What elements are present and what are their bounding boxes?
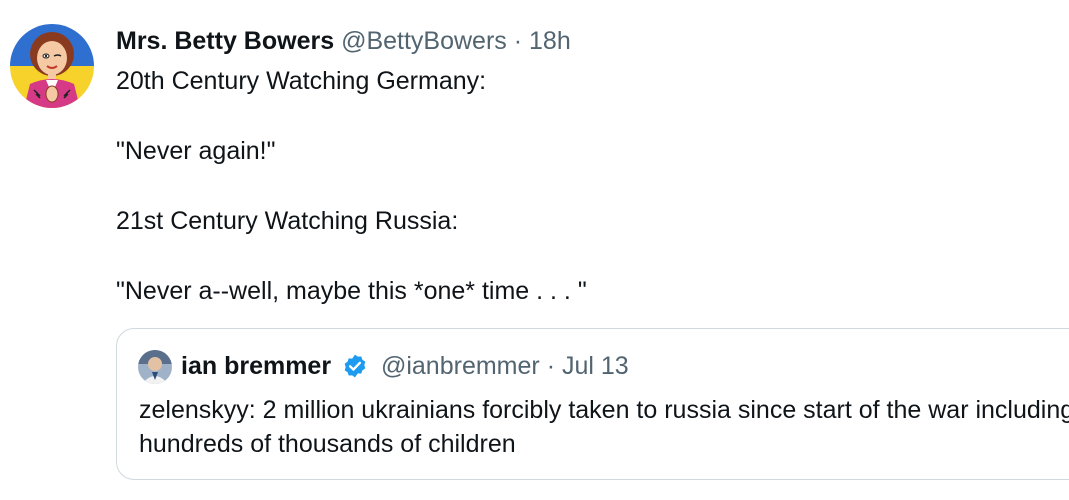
quoted-header-separator: · — [546, 352, 556, 380]
header-separator: · — [513, 27, 523, 55]
tweet-text-line — [116, 99, 587, 134]
quoted-author-display-name[interactable]: ian bremmer — [181, 352, 331, 380]
tweet-header: Mrs. Betty Bowers @BettyBowers · 18h — [116, 26, 571, 56]
profile-photo-icon[interactable] — [138, 350, 172, 384]
tweet-text-line: 21st Century Watching Russia: — [116, 207, 459, 235]
author-handle[interactable]: @BettyBowers — [341, 27, 507, 55]
tweet-text-line: 20th Century Watching Germany: — [116, 67, 487, 95]
quoted-tweet-card[interactable]: ian bremmer @ianbremmer · Jul 13 zelensk… — [116, 328, 1069, 480]
quoted-tweet-text: zelenskyy: 2 million ukrainians forcibly… — [139, 396, 1069, 458]
author-display-name[interactable]: Mrs. Betty Bowers — [116, 27, 334, 55]
tweet-text-line: "Never again!" — [116, 137, 276, 165]
tweet[interactable]: Mrs. Betty Bowers @BettyBowers · 18h 20t… — [0, 0, 1069, 500]
cartoon-woman-avatar-icon[interactable] — [10, 24, 94, 108]
avatar-illustration — [10, 24, 94, 108]
verified-badge-icon — [342, 353, 368, 379]
quoted-tweet-timestamp[interactable]: Jul 13 — [562, 352, 629, 380]
quoted-avatar-illustration — [138, 350, 172, 384]
tweet-text-line: "Never a--well, maybe this *one* time . … — [116, 277, 587, 305]
quoted-tweet-header: ian bremmer @ianbremmer · Jul 13 — [181, 351, 629, 381]
tweet-timestamp[interactable]: 18h — [529, 27, 571, 55]
tweet-text-line — [116, 169, 587, 204]
tweet-text: 20th Century Watching Germany: "Never ag… — [116, 64, 587, 309]
tweet-text-line — [116, 239, 587, 274]
quoted-author-handle[interactable]: @ianbremmer — [381, 352, 540, 380]
